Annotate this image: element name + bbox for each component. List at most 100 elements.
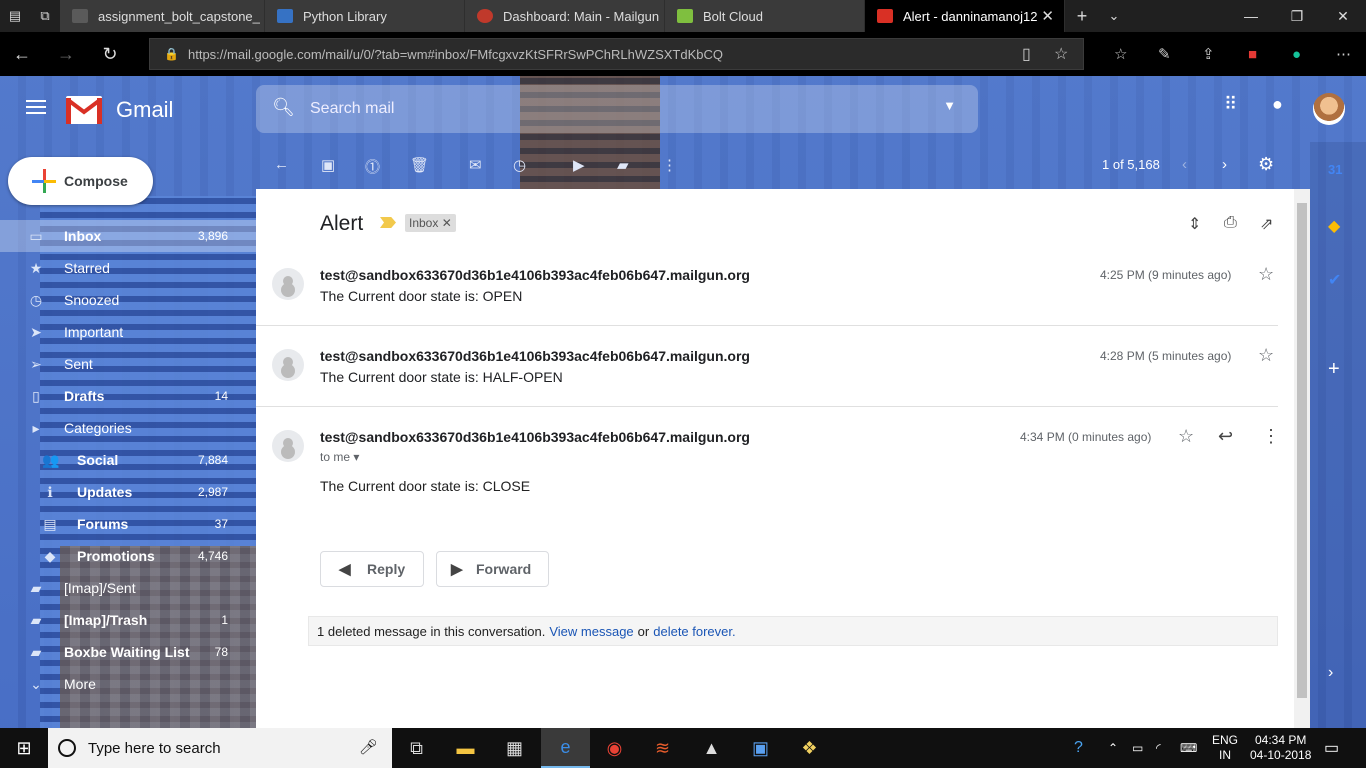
photos-icon[interactable]: ▲	[687, 728, 736, 768]
app-icon[interactable]: ≋	[638, 728, 687, 768]
sidebar-item-categories[interactable]: ▸ Categories	[0, 412, 256, 444]
recipient-details[interactable]: to me ▾	[320, 450, 359, 464]
sidebar-item-imap-trash[interactable]: ▰ [Imap]/Trash 1	[0, 604, 256, 636]
mark-unread-icon[interactable]: ✉	[469, 156, 482, 174]
tab-gmail-alert[interactable]: Alert - danninamanoj12 ✕	[865, 0, 1065, 32]
forward-icon[interactable]: →	[44, 44, 88, 65]
keyboard-icon[interactable]: ⌨	[1180, 728, 1197, 768]
archive-icon[interactable]: ▣	[321, 156, 335, 174]
more-options-icon[interactable]: ⋮	[1262, 426, 1280, 447]
search-input[interactable]: 🔍︎ Search mail ▼	[256, 85, 978, 133]
report-spam-icon[interactable]: ⓵	[365, 156, 380, 177]
grammarly-icon[interactable]: ●	[1292, 32, 1301, 76]
more-menu-icon[interactable]: ⋯	[1336, 32, 1351, 76]
sidebar-item-drafts[interactable]: ▯ Drafts 14	[0, 380, 256, 412]
back-to-inbox-icon[interactable]: ←	[274, 156, 289, 173]
sidebar-item-inbox[interactable]: ▭ Inbox 3,896	[0, 220, 256, 252]
reply-button[interactable]: ◀ Reply	[320, 551, 424, 587]
reading-view-icon[interactable]: ▯	[1022, 44, 1031, 64]
scrollbar[interactable]	[1294, 189, 1310, 728]
sender-avatar[interactable]	[272, 268, 304, 300]
python-icon[interactable]: ❖	[785, 728, 834, 768]
url-field[interactable]: 🔒 https://mail.google.com/mail/u/0/?tab=…	[149, 38, 1084, 70]
back-icon[interactable]: ←	[0, 44, 44, 65]
sidebar-item-more[interactable]: ⌄ More	[0, 668, 256, 700]
expand-all-icon[interactable]: ⇕	[1188, 214, 1201, 234]
star-icon[interactable]: ☆	[1258, 264, 1274, 285]
tab-assignment[interactable]: assignment_bolt_capstone_	[60, 0, 265, 32]
sidebar-item-social[interactable]: 👥 Social 7,884	[0, 444, 256, 476]
more-actions-icon[interactable]: ⋮	[662, 156, 677, 174]
wifi-icon[interactable]: ◜	[1156, 728, 1161, 768]
calendar-icon[interactable]: 31	[1328, 162, 1342, 177]
restore-icon[interactable]: ❐	[1274, 8, 1320, 25]
view-message-link[interactable]: View message	[549, 624, 633, 639]
search-icon[interactable]: 🔍︎	[272, 97, 295, 118]
sender-avatar[interactable]	[272, 349, 304, 381]
taskbar-search-input[interactable]: Type here to search 🎤︎	[48, 728, 392, 768]
app-window-icon[interactable]: ▣	[736, 728, 785, 768]
add-addon-icon[interactable]: +	[1328, 358, 1340, 381]
chevron-down-icon[interactable]: ▾	[353, 450, 359, 464]
help-icon[interactable]: ?	[1074, 728, 1083, 768]
share-icon[interactable]: ⇪	[1202, 32, 1215, 76]
notifications-icon[interactable]: ●	[1272, 94, 1283, 115]
favorite-star-icon[interactable]: ☆	[1054, 44, 1068, 64]
tab-mailgun[interactable]: Dashboard: Main - Mailgun	[465, 0, 665, 32]
clock[interactable]: 04:34 PM 04-10-2018	[1250, 728, 1311, 768]
refresh-icon[interactable]: ↻	[88, 44, 132, 65]
sidebar-item-updates[interactable]: ℹ Updates 2,987	[0, 476, 256, 508]
apps-grid-icon[interactable]: ⠿	[1224, 94, 1237, 115]
task-view-icon[interactable]: ⧉	[392, 728, 441, 768]
extension-red-icon[interactable]: ■	[1248, 32, 1257, 76]
show-hidden-icons[interactable]: ⌃	[1108, 728, 1118, 768]
tab-actions-icon[interactable]: ▤	[0, 8, 30, 24]
forward-button[interactable]: ▶ Forward	[436, 551, 549, 587]
settings-gear-icon[interactable]: ⚙	[1258, 154, 1274, 175]
language-indicator[interactable]: ENG IN	[1212, 728, 1238, 768]
sidebar-item-boxbe-waiting-list[interactable]: ▰ Boxbe Waiting List 78	[0, 636, 256, 668]
close-tab-icon[interactable]: ✕	[1041, 7, 1054, 25]
sidebar-item-important[interactable]: ➤ Important	[0, 316, 256, 348]
chrome-icon[interactable]: ◉	[590, 728, 639, 768]
avatar[interactable]	[1313, 93, 1345, 125]
file-explorer-icon[interactable]: ▬	[441, 728, 490, 768]
battery-icon[interactable]: ▭	[1132, 728, 1143, 768]
gmail-logo-icon[interactable]	[66, 96, 102, 124]
search-options-icon[interactable]: ▼	[943, 98, 956, 113]
star-icon[interactable]: ☆	[1258, 345, 1274, 366]
message-snippet[interactable]: The Current door state is: OPEN	[320, 288, 522, 304]
tab-python-library[interactable]: Python Library	[265, 0, 465, 32]
delete-icon[interactable]: 🗑︎	[410, 156, 429, 174]
reply-icon[interactable]: ↩	[1218, 426, 1233, 447]
tab-bolt-cloud[interactable]: Bolt Cloud	[665, 0, 865, 32]
action-center-icon[interactable]: ▭	[1324, 728, 1339, 768]
newer-icon[interactable]: ‹	[1182, 156, 1187, 173]
sidebar-item-starred[interactable]: ★ Starred	[0, 252, 256, 284]
sidebar-item-snoozed[interactable]: ◷ Snoozed	[0, 284, 256, 316]
pen-icon[interactable]: ✎	[1158, 32, 1171, 76]
message-sender[interactable]: test@sandbox633670d36b1e4106b393ac4feb06…	[320, 348, 750, 364]
tab-preview-icon[interactable]: ⧉	[30, 8, 60, 24]
star-icon[interactable]: ☆	[1178, 426, 1194, 447]
older-icon[interactable]: ›	[1222, 156, 1227, 173]
remove-label-icon[interactable]: ✕	[442, 216, 452, 230]
tab-dropdown-icon[interactable]: ⌄	[1099, 8, 1129, 24]
sender-avatar[interactable]	[272, 430, 304, 462]
new-tab-icon[interactable]: +	[1065, 6, 1099, 27]
microphone-icon[interactable]: 🎤︎	[359, 738, 378, 756]
edge-icon[interactable]: e	[541, 728, 590, 768]
close-window-icon[interactable]: ✕	[1320, 8, 1366, 25]
main-menu-icon[interactable]	[26, 100, 46, 114]
keep-icon[interactable]: ◆	[1328, 216, 1340, 236]
open-new-window-icon[interactable]: ⇗	[1260, 214, 1273, 234]
scrollbar-thumb[interactable]	[1297, 203, 1307, 698]
windows-start-icon[interactable]: ⊞	[0, 728, 48, 768]
compose-button[interactable]: Compose	[8, 157, 153, 205]
inbox-label-chip[interactable]: Inbox ✕	[405, 214, 456, 232]
minimize-icon[interactable]: —	[1228, 8, 1274, 24]
snooze-icon[interactable]: ◷	[513, 156, 526, 174]
sidebar-item-imap-sent[interactable]: ▰ [Imap]/Sent	[0, 572, 256, 604]
move-to-icon[interactable]: ▶	[573, 156, 585, 174]
print-icon[interactable]: ⎙	[1224, 214, 1237, 232]
